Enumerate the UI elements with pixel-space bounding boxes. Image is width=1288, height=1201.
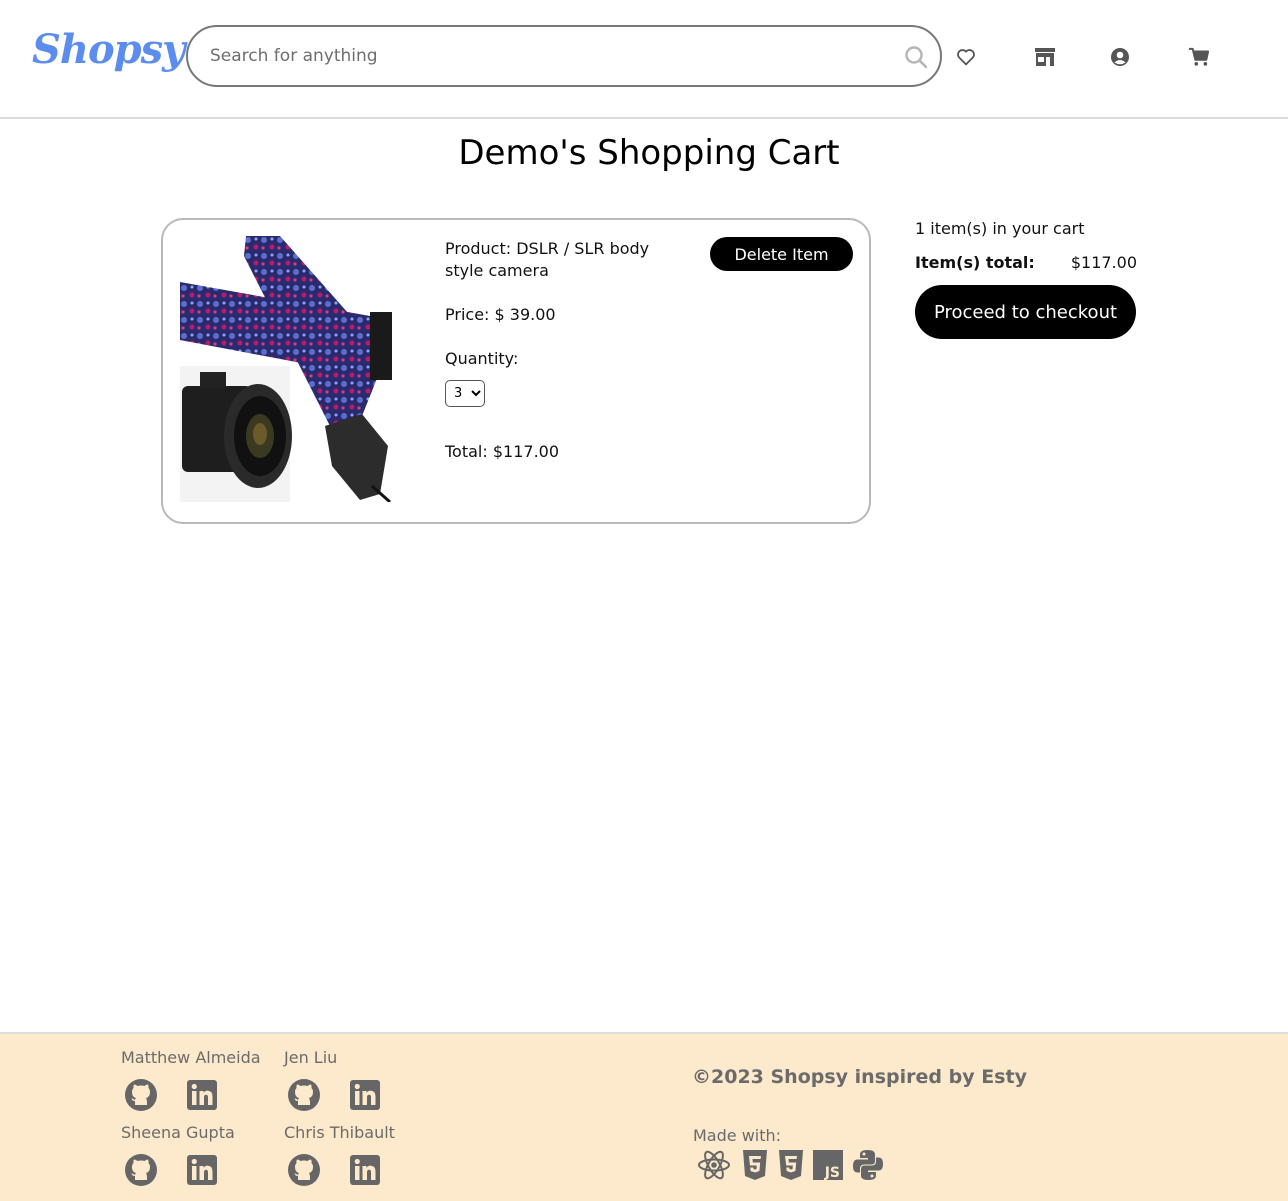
user-icon[interactable] (1107, 44, 1133, 70)
js-icon: JS (812, 1148, 846, 1182)
member-name: Chris Thibault (284, 1123, 395, 1142)
search-bar[interactable] (186, 25, 942, 87)
svg-text:JS: JS (824, 1165, 840, 1181)
product-name: Product: DSLR / SLR body style camera (445, 239, 650, 280)
github-icon[interactable] (124, 1078, 158, 1112)
search-icon[interactable] (904, 45, 928, 73)
html5-icon (739, 1148, 773, 1182)
member-name: Matthew Almeida (121, 1048, 261, 1067)
python-icon (852, 1148, 886, 1182)
items-total-row: Item(s) total: $117.00 (915, 253, 1137, 272)
css3-icon (775, 1148, 809, 1182)
github-icon[interactable] (287, 1153, 321, 1187)
quantity-select[interactable]: 3 (445, 380, 485, 407)
team-member: Matthew Almeida (121, 1048, 281, 1111)
made-with-label: Made with: (693, 1126, 782, 1145)
linkedin-icon[interactable] (185, 1153, 219, 1187)
team-member: Sheena Gupta (121, 1123, 281, 1186)
items-total-value: $117.00 (1070, 253, 1137, 272)
search-input[interactable] (210, 41, 870, 71)
cart-icon[interactable] (1186, 44, 1212, 70)
linkedin-icon[interactable] (348, 1153, 382, 1187)
site-footer: Matthew Almeida Jen Liu Sheena Gupta Chr… (0, 1032, 1288, 1201)
shopsy-logo[interactable]: Shopsy (32, 26, 185, 73)
site-header: Shopsy (0, 0, 1288, 119)
member-name: Jen Liu (284, 1048, 338, 1067)
delete-item-button[interactable]: Delete Item (710, 237, 853, 271)
product-image[interactable] (180, 236, 392, 504)
member-name: Sheena Gupta (121, 1123, 235, 1142)
linkedin-icon[interactable] (348, 1078, 382, 1112)
item-count: 1 item(s) in your cart (915, 219, 1085, 238)
linkedin-icon[interactable] (185, 1078, 219, 1112)
team-member: Chris Thibault (284, 1123, 444, 1186)
cart-summary: 1 item(s) in your cart Item(s) total: $1… (915, 219, 1137, 339)
cart-item-card: Product: DSLR / SLR body style camera De… (161, 218, 871, 524)
items-total-label: Item(s) total: (915, 253, 1035, 272)
store-icon[interactable] (1032, 44, 1058, 70)
item-total: Total: $117.00 (445, 442, 560, 461)
react-icon (697, 1148, 731, 1182)
github-icon[interactable] (124, 1153, 158, 1187)
page-title: Demo's Shopping Cart (458, 133, 840, 173)
quantity-label: Quantity: (445, 349, 519, 368)
team-member: Jen Liu (284, 1048, 444, 1111)
heart-icon[interactable] (953, 44, 979, 70)
copyright-text: ©2023 Shopsy inspired by Esty (692, 1066, 1027, 1088)
proceed-to-checkout-button[interactable]: Proceed to checkout (915, 285, 1136, 339)
product-price: Price: $ 39.00 (445, 305, 556, 324)
github-icon[interactable] (287, 1078, 321, 1112)
